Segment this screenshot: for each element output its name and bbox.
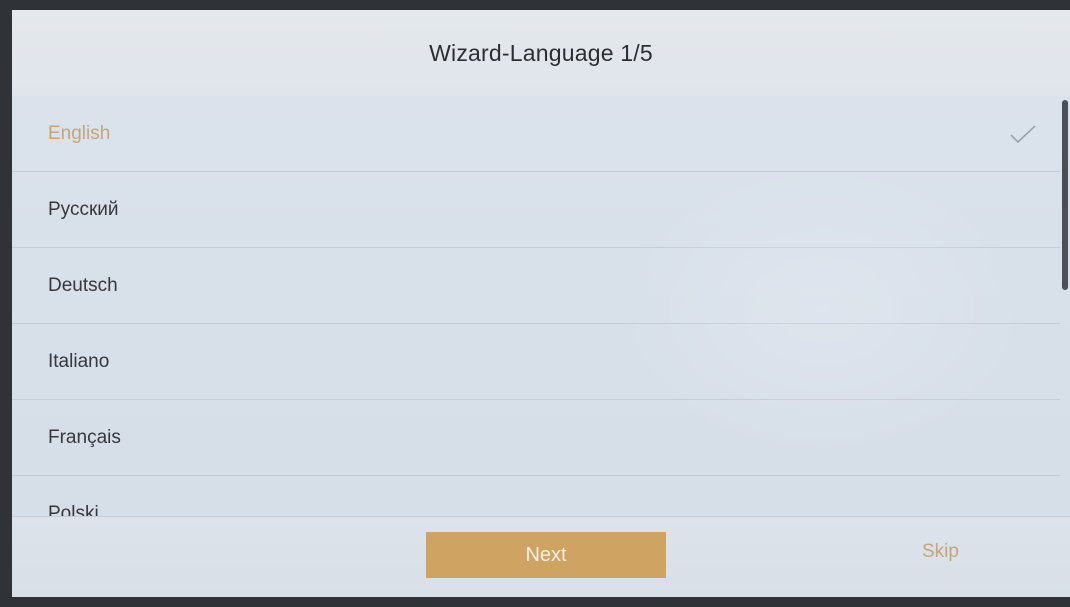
language-label: Français — [48, 426, 121, 448]
language-label: Italiano — [48, 350, 110, 372]
list-scrollbar[interactable] — [1062, 100, 1068, 290]
language-item-polish[interactable]: Polski — [12, 476, 1060, 517]
language-label: Русский — [48, 198, 119, 220]
next-button[interactable]: Next — [426, 532, 666, 578]
language-item-english[interactable]: English — [12, 96, 1060, 172]
language-item-german[interactable]: Deutsch — [12, 248, 1060, 324]
wizard-screen: Wizard-Language 1/5 English Русский Deut… — [12, 10, 1070, 597]
language-item-italian[interactable]: Italiano — [12, 324, 1060, 400]
language-list: English Русский Deutsch Italiano Françai… — [12, 96, 1060, 516]
title-bar: Wizard-Language 1/5 — [12, 10, 1070, 96]
language-item-russian[interactable]: Русский — [12, 172, 1060, 248]
language-label: Polski — [48, 502, 99, 517]
check-icon — [1010, 124, 1036, 143]
wizard-footer: Next Skip — [12, 516, 1070, 597]
language-label: English — [48, 122, 111, 144]
language-label: Deutsch — [48, 274, 118, 296]
language-item-french[interactable]: Français — [12, 400, 1060, 476]
page-title: Wizard-Language 1/5 — [429, 39, 653, 66]
skip-button[interactable]: Skip — [922, 541, 959, 563]
